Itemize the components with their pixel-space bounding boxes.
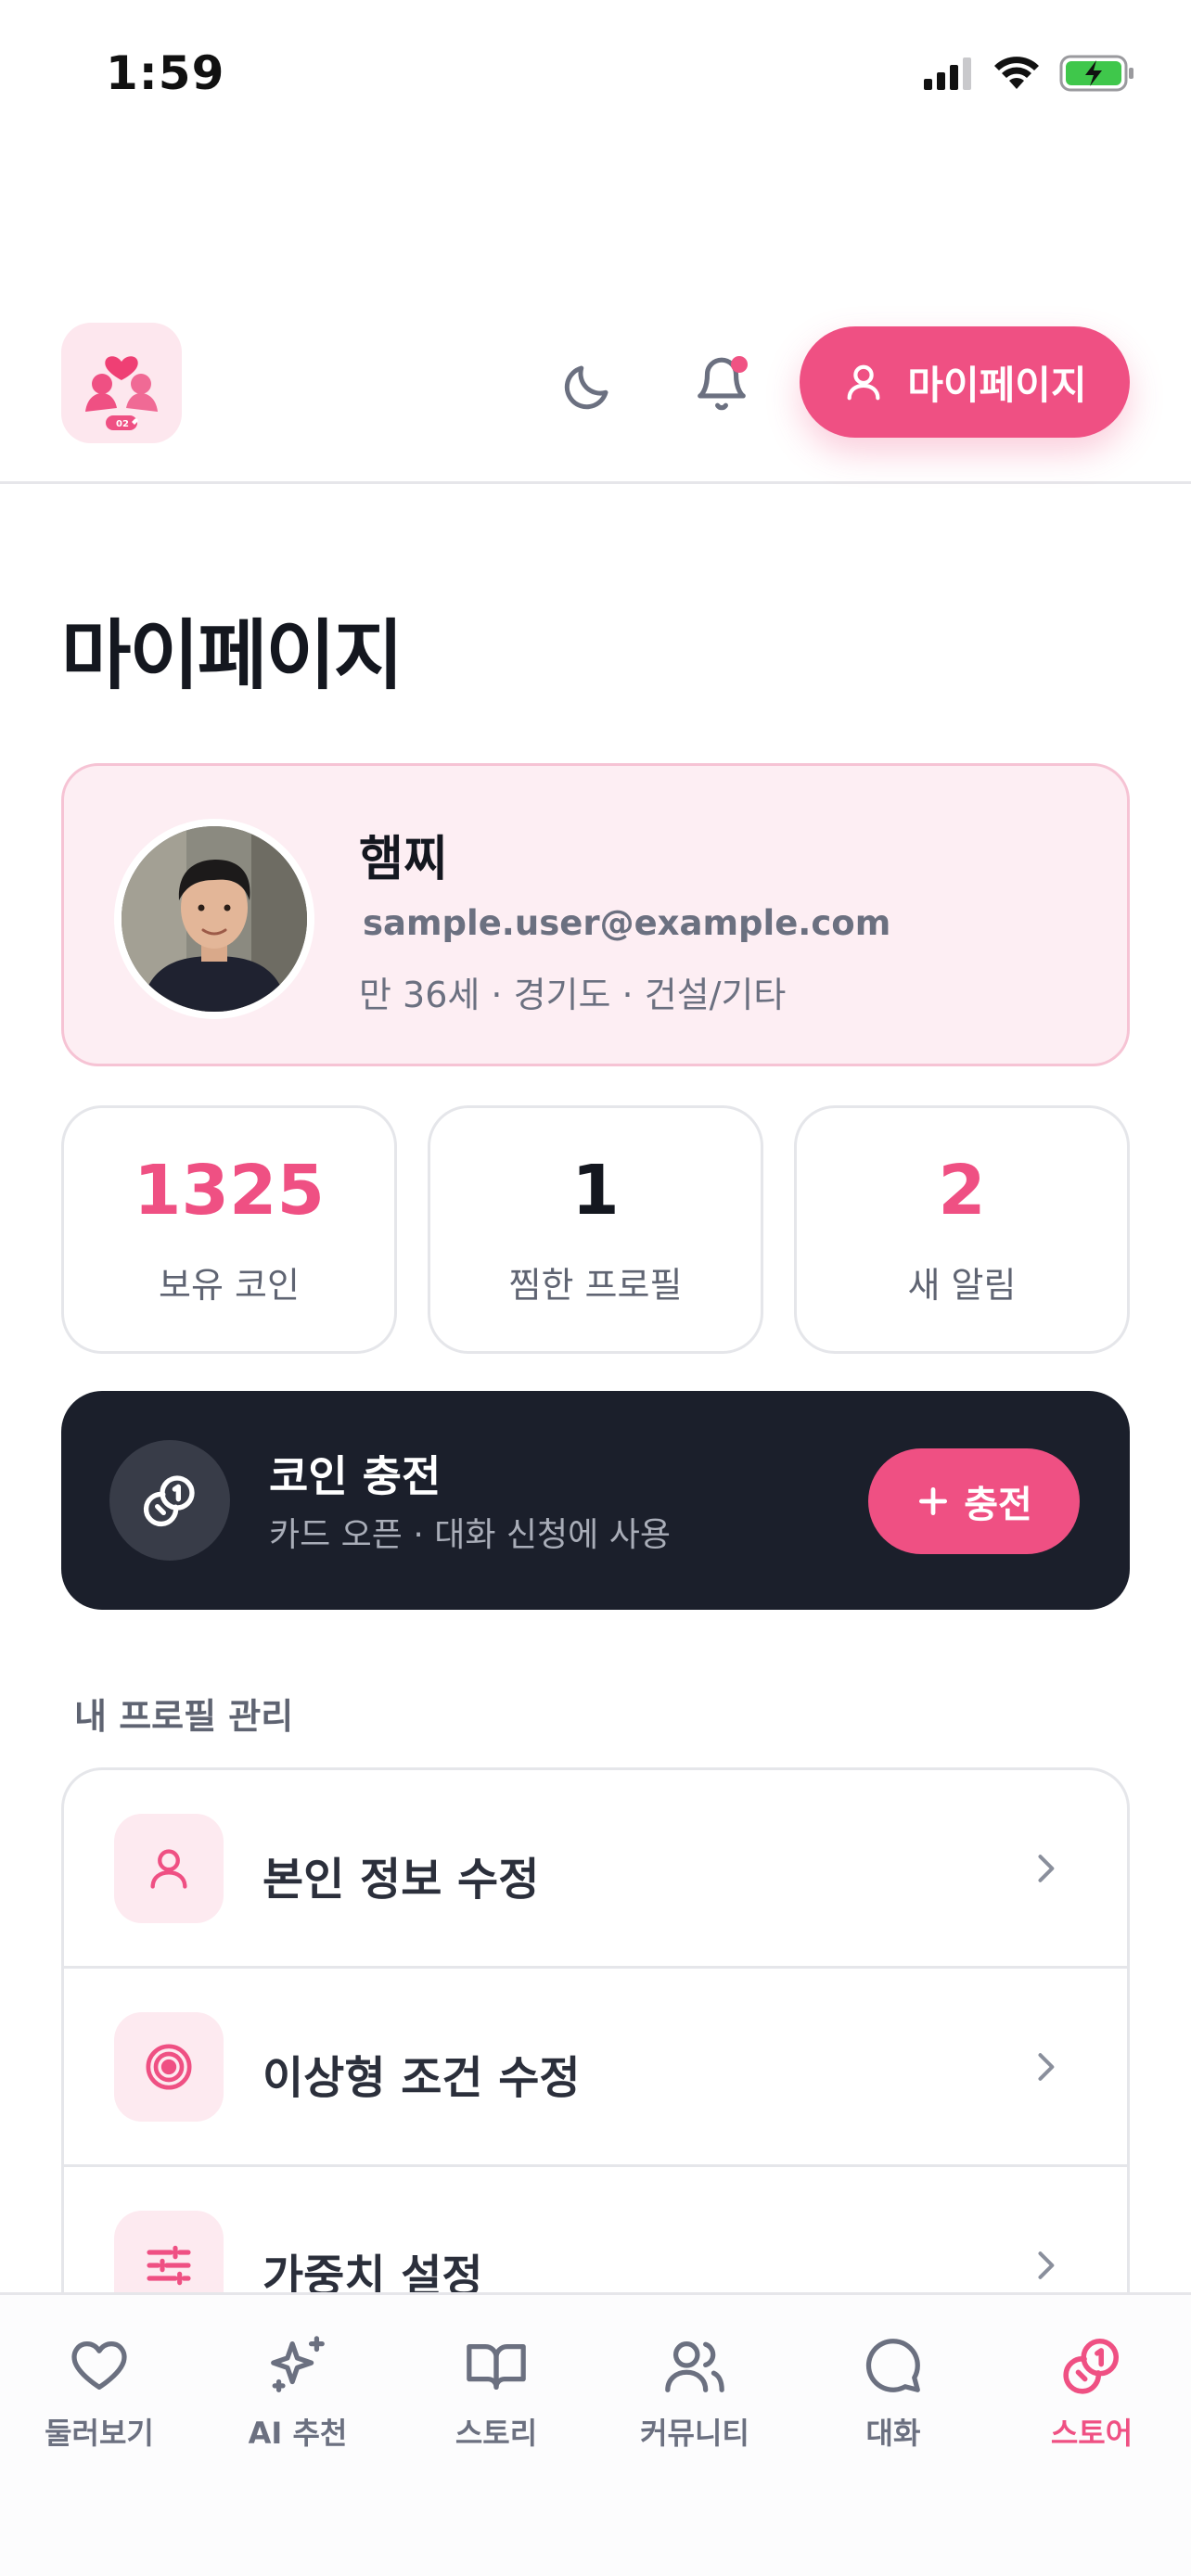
coins-icon bbox=[1063, 2338, 1120, 2394]
stat-notifications-value: 2 bbox=[938, 1151, 986, 1231]
page-title: 마이페이지 bbox=[61, 612, 403, 700]
nav-item-chat[interactable]: 대화 bbox=[794, 2330, 992, 2453]
moon-icon bbox=[564, 365, 608, 410]
coin-charge-title: 코인 충전 bbox=[269, 1451, 442, 1501]
profile-email: sample.user@example.com bbox=[363, 903, 891, 943]
notification-button[interactable] bbox=[686, 347, 757, 421]
chevron-right-icon bbox=[1038, 2053, 1055, 2081]
nav-label: 둘러보기 bbox=[45, 2416, 154, 2451]
status-icons bbox=[924, 52, 1135, 95]
book-icon bbox=[467, 2343, 526, 2390]
stat-favorites[interactable]: 1 찜한 프로필 bbox=[428, 1105, 763, 1354]
dark-mode-toggle[interactable] bbox=[555, 354, 620, 419]
coin-icon-wrap bbox=[109, 1440, 230, 1561]
coin-charge-desc: 카드 오픈 · 대화 신청에 사용 bbox=[269, 1516, 671, 1554]
nav-label: AI 추천 bbox=[248, 2416, 348, 2451]
stat-coins-label: 보유 코인 bbox=[159, 1265, 300, 1306]
profile-card: 햄찌 sample.user@example.com 만 36세 · 경기도 ·… bbox=[61, 763, 1130, 1066]
person-photo-icon bbox=[122, 826, 307, 1012]
menu-item-label: 이상형 조건 수정 bbox=[263, 2052, 581, 2104]
sliders-icon bbox=[147, 2245, 191, 2286]
user-icon bbox=[150, 1849, 187, 1889]
menu-item-ideal-type[interactable]: 이상형 조건 수정 bbox=[64, 1969, 1127, 2167]
mypage-button-label: 마이페이지 bbox=[907, 362, 1087, 408]
bottom-nav: 둘러보기 AI 추천 스토리 커뮤니티 대화 스토어 bbox=[0, 2292, 1191, 2576]
nav-label: 커뮤니티 bbox=[640, 2416, 749, 2451]
users-icon bbox=[665, 2341, 724, 2392]
nav-item-community[interactable]: 커뮤니티 bbox=[596, 2330, 794, 2453]
status-bar: 1:59 bbox=[0, 0, 1191, 148]
stat-coins[interactable]: 1325 보유 코인 bbox=[61, 1105, 397, 1354]
stat-favorites-label: 찜한 프로필 bbox=[508, 1265, 683, 1306]
stat-coins-value: 1325 bbox=[134, 1151, 325, 1231]
stat-notifications[interactable]: 2 새 알림 bbox=[794, 1105, 1130, 1354]
wifi-icon bbox=[994, 57, 1039, 89]
mypage-button[interactable]: 마이페이지 bbox=[800, 326, 1130, 438]
nav-item-ai[interactable]: AI 추천 bbox=[198, 2330, 397, 2453]
nav-item-store[interactable]: 스토어 bbox=[992, 2330, 1191, 2453]
charge-button-label: 충전 bbox=[964, 1484, 1032, 1526]
nav-label: 스토어 bbox=[1050, 2416, 1133, 2451]
profile-menu-list: 본인 정보 수정 이상형 조건 수정 가중치 설정 bbox=[61, 1767, 1130, 2361]
nav-label: 대화 bbox=[865, 2416, 921, 2451]
logo-badge-text: 02 bbox=[116, 419, 129, 429]
nav-label: 스토리 bbox=[455, 2416, 538, 2451]
user-icon bbox=[847, 364, 880, 401]
signal-icon bbox=[924, 57, 971, 90]
section-title: 내 프로필 관리 bbox=[74, 1696, 294, 1737]
profile-meta: 만 36세 · 경기도 · 건설/기타 bbox=[359, 975, 787, 1015]
sparkles-icon bbox=[271, 2336, 325, 2392]
profile-name: 햄찌 bbox=[359, 832, 448, 887]
chat-icon bbox=[865, 2339, 920, 2392]
coins-icon bbox=[143, 1475, 195, 1527]
avatar[interactable] bbox=[114, 819, 314, 1019]
nav-item-browse[interactable]: 둘러보기 bbox=[0, 2330, 198, 2453]
menu-icon-wrap bbox=[114, 2012, 224, 2122]
charge-button[interactable]: 충전 bbox=[868, 1448, 1080, 1554]
heart-icon bbox=[71, 2341, 127, 2390]
couple-heart-logo-icon: 02 bbox=[85, 356, 158, 430]
plus-icon bbox=[919, 1486, 948, 1516]
target-icon bbox=[146, 2044, 192, 2090]
app-logo[interactable]: 02 bbox=[61, 323, 182, 443]
notification-dot bbox=[731, 356, 748, 373]
menu-item-label: 본인 정보 수정 bbox=[263, 1854, 540, 1906]
stat-notifications-label: 새 알림 bbox=[907, 1265, 1017, 1306]
stat-favorites-value: 1 bbox=[571, 1151, 620, 1231]
chevron-right-icon bbox=[1038, 2251, 1055, 2279]
avatar-photo bbox=[122, 826, 307, 1012]
status-time: 1:59 bbox=[106, 46, 225, 100]
nav-item-story[interactable]: 스토리 bbox=[397, 2330, 596, 2453]
coin-charge-card: 코인 충전 카드 오픈 · 대화 신청에 사용 충전 bbox=[61, 1391, 1130, 1610]
menu-item-edit-info[interactable]: 본인 정보 수정 bbox=[64, 1770, 1127, 1969]
app-header: 02 마이페이지 bbox=[0, 315, 1191, 484]
menu-icon-wrap bbox=[114, 1814, 224, 1923]
battery-charging-icon bbox=[1059, 55, 1133, 92]
chevron-right-icon bbox=[1038, 1855, 1055, 1882]
